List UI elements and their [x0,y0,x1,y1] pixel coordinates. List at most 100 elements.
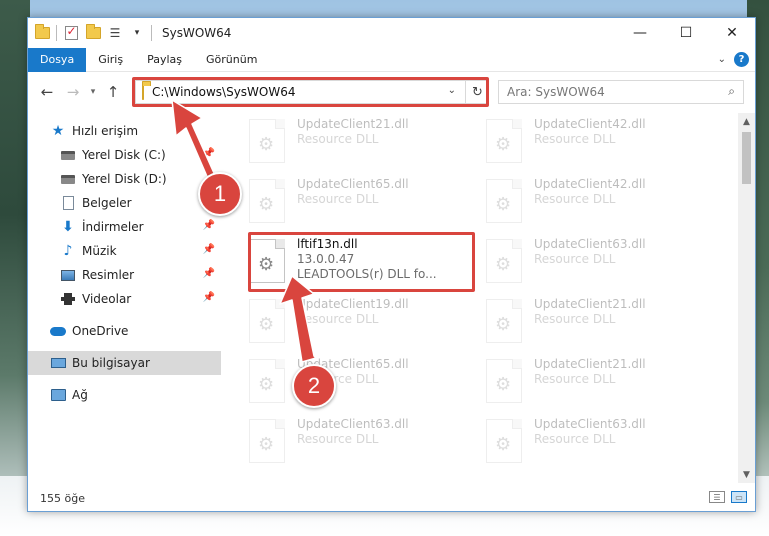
scroll-thumb[interactable] [742,132,751,184]
nav-network[interactable]: Ağ [28,383,221,407]
pin-icon[interactable]: 📌 [203,292,215,303]
nav-quick-access[interactable]: ★ Hızlı erişim [28,119,221,143]
maximize-button[interactable]: ☐ [663,18,709,48]
minimize-button[interactable]: — [617,18,663,48]
ribbon-right: ⌄ ? [718,52,749,67]
forward-arrow-icon[interactable]: → [60,79,86,105]
music-note-icon: ♪ [63,243,73,259]
network-icon [50,387,66,403]
tab-paylas[interactable]: Paylaş [135,48,194,72]
dll-file-icon: ⚙ [486,419,522,463]
background-trees-left [0,0,30,536]
nav-local-disk-d[interactable]: Yerel Disk (D:) [28,167,221,191]
nav-label: Yerel Disk (D:) [82,172,167,186]
nav-label: Hızlı erişim [72,124,139,138]
pin-icon[interactable]: 📌 [203,244,215,255]
pin-icon[interactable]: 📌 [203,220,215,231]
recent-dropdown-icon[interactable]: ▾ [86,79,100,105]
nav-label: Yerel Disk (C:) [82,148,166,162]
dll-file-icon: ⚙ [249,119,285,163]
document-icon [60,195,76,211]
address-row: ← → ▾ ↑ C:\Windows\SysWOW64 ⌄ ↻ Ara: Sys… [28,72,755,112]
search-icon[interactable]: ⌕ [728,84,735,99]
tab-dosya[interactable]: Dosya [28,47,87,72]
file-item[interactable]: ⚙ UpdateClient65.dll Resource DLL [249,177,479,233]
file-item[interactable]: ⚙ UpdateClient42.dll Resource DLL [486,177,716,233]
callout-badge-1: 1 [198,172,242,216]
file-description: Resource DLL [534,432,616,446]
status-bar: 155 öğe ☰ ▭ [28,485,755,511]
file-item[interactable]: ⚙ UpdateClient21.dll Resource DLL [486,357,716,413]
dll-file-icon: ⚙ [486,179,522,223]
window-controls: — ☐ ✕ [617,18,755,48]
file-item[interactable]: ⚙ UpdateClient63.dll Resource DLL [486,237,716,293]
help-icon[interactable]: ? [734,52,749,67]
film-icon [60,291,76,307]
nav-videos[interactable]: Videolar 📌 [28,287,221,311]
cloud-icon [50,323,66,339]
nav-label: OneDrive [72,324,129,338]
file-description: Resource DLL [297,192,379,206]
scroll-up-icon[interactable]: ▲ [738,113,755,130]
nav-documents[interactable]: Belgeler 📌 [28,191,221,215]
file-description: Resource DLL [534,312,616,326]
file-item[interactable]: ⚙ UpdateClient63.dll Resource DLL [486,417,716,473]
new-folder-icon[interactable] [85,24,101,41]
quick-access-toolbar: ☰ ▾ [28,24,152,41]
file-item[interactable]: ⚙ UpdateClient42.dll Resource DLL [486,117,716,173]
file-item[interactable]: ⚙ UpdateClient21.dll Resource DLL [486,297,716,353]
callout-badge-2: 2 [292,364,336,408]
pin-icon[interactable]: 📌 [203,148,215,159]
up-arrow-icon[interactable]: ↑ [100,79,126,105]
close-button[interactable]: ✕ [709,18,755,48]
file-item[interactable]: ⚙ UpdateClient65.dll Resource DLL [249,357,479,413]
file-item[interactable]: ⚙ UpdateClient63.dll Resource DLL [249,417,479,473]
details-view-icon[interactable]: ☰ [709,491,725,503]
nav-music[interactable]: ♪ Müzik 📌 [28,239,221,263]
view-switcher: ☰ ▭ [709,491,747,503]
title-bar: ☰ ▾ SysWOW64 — ☐ ✕ [28,18,755,48]
picture-icon [60,267,76,283]
file-name: UpdateClient65.dll [297,177,409,191]
item-count: 155 öğe [40,491,85,505]
vertical-scrollbar[interactable]: ▲ ▼ [738,113,755,483]
back-arrow-icon[interactable]: ← [34,79,60,105]
tiles-view-icon[interactable]: ▭ [731,491,747,503]
disk-icon [60,171,76,187]
file-description: Resource DLL [534,192,616,206]
star-icon: ★ [51,123,65,139]
file-name: UpdateClient21.dll [534,297,646,311]
ribbon-tabs: Dosya Giriş Paylaş Görünüm ⌄ ? [28,47,755,72]
file-description: Resource DLL [534,132,616,146]
dll-file-icon: ⚙ [249,179,285,223]
customize-dropdown-icon[interactable]: ▾ [129,25,145,41]
scroll-down-icon[interactable]: ▼ [738,466,755,483]
navigation-pane: ★ Hızlı erişim Yerel Disk (C:) 📌 Yerel D… [28,113,221,483]
properties-check-icon[interactable] [63,24,79,41]
window-title: SysWOW64 [162,26,232,40]
nav-local-disk-c[interactable]: Yerel Disk (C:) 📌 [28,143,221,167]
tab-giris[interactable]: Giriş [86,48,135,72]
nav-downloads[interactable]: ⬇ İndirmeler 📌 [28,215,221,239]
nav-pictures[interactable]: Resimler 📌 [28,263,221,287]
dll-file-icon: ⚙ [249,359,285,403]
dll-file-icon: ⚙ [249,299,285,343]
nav-label: Belgeler [82,196,132,210]
nav-onedrive[interactable]: OneDrive [28,319,221,343]
list-props-icon[interactable]: ☰ [107,25,123,41]
dll-file-icon: ⚙ [486,119,522,163]
file-name: UpdateClient21.dll [534,357,646,371]
search-input[interactable]: Ara: SysWOW64 ⌕ [498,80,744,104]
expand-ribbon-icon[interactable]: ⌄ [718,54,726,65]
file-list: ⚙ UpdateClient21.dll Resource DLL ⚙ Upda… [221,113,755,483]
file-name: UpdateClient63.dll [534,237,646,251]
file-item[interactable]: ⚙ UpdateClient21.dll Resource DLL [249,117,479,173]
file-item[interactable]: ⚙ UpdateClient19.dll Resource DLL [249,297,479,353]
annotation-highlight-address [132,77,489,107]
nav-this-pc[interactable]: Bu bilgisayar [28,351,221,375]
disk-icon [60,147,76,163]
pin-icon[interactable]: 📌 [203,268,215,279]
dll-file-icon: ⚙ [486,299,522,343]
tab-gorunum[interactable]: Görünüm [194,48,269,72]
explorer-window: ☰ ▾ SysWOW64 — ☐ ✕ Dosya Giriş Paylaş Gö… [27,17,756,512]
